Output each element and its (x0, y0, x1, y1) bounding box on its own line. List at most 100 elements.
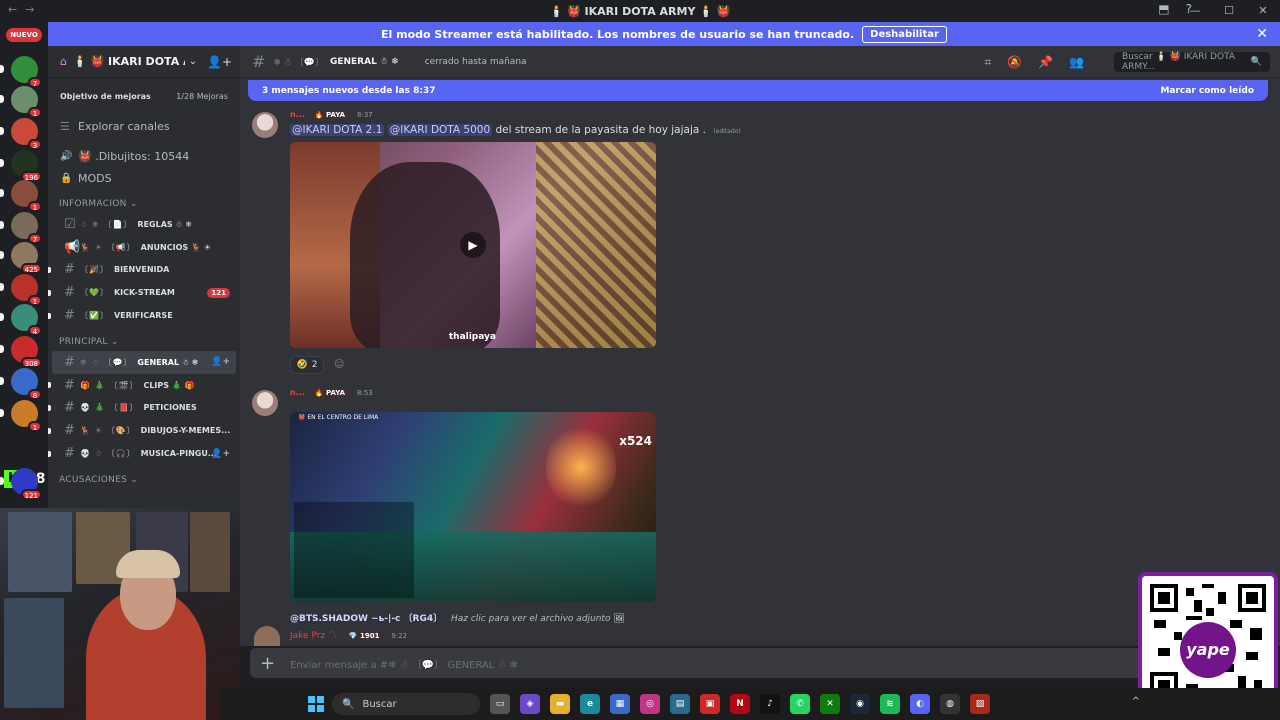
maximize-button[interactable]: ☐ (1212, 0, 1246, 22)
channel-label: KICK-STREAM (113, 288, 175, 298)
server-icon[interactable]: 1 (11, 180, 42, 212)
minimize-button[interactable]: — (1178, 0, 1212, 22)
edge-icon[interactable]: e (580, 694, 600, 714)
server-icon[interactable]: 7 (11, 212, 42, 244)
video-title: 👹 EN EL CENTRO DE LIMA (298, 414, 379, 421)
username[interactable]: Jake Prz 〽 (290, 631, 337, 641)
channel-emoji: ❄ ☃ 〔💬〕 (80, 357, 133, 367)
server-icon[interactable]: 3 (11, 118, 42, 150)
obs-icon[interactable]: ◍ (940, 694, 960, 714)
xbox-icon[interactable]: ✕ (820, 694, 840, 714)
whatsapp-icon[interactable]: ✆ (790, 694, 810, 714)
copilot-icon[interactable]: ◈ (520, 694, 540, 714)
guild-header[interactable]: ⌂ 🕯️ 👹 IKARI DOTA AR... ⌄ 👤+ (48, 46, 240, 78)
channel-emoji: ☃ ❄ 〔📄〕 (80, 219, 133, 229)
locked-channel[interactable]: 🔒 MODS (60, 167, 240, 189)
tiktok-icon[interactable]: ♪ (760, 694, 780, 714)
server-icon[interactable]: 8 (11, 368, 42, 400)
pin-icon[interactable]: 📌 (1038, 55, 1053, 70)
search-input[interactable]: Buscar 🕯️ 👹 IKARI DOTA ARMY... 🔍 (1114, 52, 1270, 72)
taskbar-search[interactable]: 🔍 Buscar (332, 693, 480, 715)
explore-channels[interactable]: ☰ Explorar canales (60, 120, 240, 133)
channel-emoji: 〔✅〕 (80, 311, 109, 321)
avatar[interactable] (252, 390, 278, 416)
channel-item[interactable]: # ❄ ☃ 〔💬〕 GENERAL ☃ ❄ 👤+ (52, 350, 236, 374)
dota-icon[interactable]: ▨ (970, 694, 990, 714)
channel-emoji: ❄ ☃ 〔💬〕 (273, 58, 324, 68)
play-icon[interactable]: ▶ (460, 232, 486, 258)
channel-item[interactable]: # 💀 ☃ 〔🎧〕 MUSICA-PINGU... 👤+ (48, 442, 236, 465)
message-composer[interactable]: + Enviar mensaje a #❄ ☃ 〔💬〕 GENERAL ☃ ❄ (250, 648, 1270, 678)
mention[interactable]: @IKARI DOTA 2.1 (290, 124, 385, 136)
mark-read-button[interactable]: Marcar como leído (1160, 86, 1254, 96)
username[interactable]: n... (290, 110, 305, 119)
channel-item[interactable]: # 〔💚〕 KICK-STREAM 121 (48, 281, 236, 304)
avatar[interactable] (252, 112, 278, 138)
server-icon[interactable]: 425 (11, 242, 42, 274)
category-header[interactable]: PRINCIPAL ⌄ (59, 337, 240, 347)
timestamp: 8:37 (357, 110, 373, 119)
new-badge[interactable]: NUEVO (6, 28, 42, 42)
channel-item[interactable]: # 🎁 🎄 〔🎬〕 CLIPS 🎄 🎁 (48, 374, 236, 397)
channel-item[interactable]: ☑ ☃ ❄ 〔📄〕 REGLAS ☃ ❄ (52, 213, 236, 236)
invite-icon[interactable]: 👤+ (211, 449, 230, 459)
netflix-icon[interactable]: N (730, 694, 750, 714)
close-window-button[interactable]: ✕ (1246, 0, 1280, 22)
new-messages-bar[interactable]: 3 mensajes nuevos desde las 8:37 Marcar … (248, 80, 1268, 101)
server-icon[interactable]: 1 (11, 86, 42, 118)
unread-pill (0, 283, 4, 291)
video-attachment[interactable]: ▶ thalipaya (290, 142, 656, 348)
app7-icon[interactable]: ▤ (670, 694, 690, 714)
channel-item[interactable]: # 〔✅〕 VERIFICARSE (48, 304, 236, 327)
add-reaction-icon[interactable]: ☺ (334, 359, 344, 370)
server-icon[interactable]: 7 (11, 56, 42, 88)
server-icon[interactable]: 1 (11, 274, 42, 306)
channel-topic[interactable]: cerrado hasta mañana (425, 57, 527, 67)
mute-icon[interactable]: 🔕 (1007, 55, 1022, 70)
tray-chevron-icon[interactable]: ^ (1132, 696, 1140, 707)
steam-icon[interactable]: ◉ (850, 694, 870, 714)
explorer-icon[interactable]: ▬ (550, 694, 570, 714)
chevron-down-icon[interactable]: ⌄ (189, 56, 197, 67)
voice-channel[interactable]: 🔊 👹 .Dibujitos: 10544 (60, 145, 240, 167)
thread-icon[interactable]: ⌗ (984, 55, 991, 70)
mention-badge: 308 (20, 357, 42, 368)
task-view-icon[interactable]: ▭ (490, 694, 510, 714)
mention[interactable]: @IKARI DOTA 5000 (387, 124, 493, 136)
window-controls: — ☐ ✕ (1178, 0, 1280, 22)
channel-item[interactable]: # 💀 🎄 〔📕〕 PETICIONES (48, 397, 236, 420)
list-icon: ☰ (60, 120, 70, 133)
avatar[interactable] (254, 626, 280, 646)
invite-icon[interactable]: 👤+ (211, 357, 230, 367)
taskbar: 🔍 Buscar ▭ ◈ ▬ e ▦ ◎ ▤ ▣ N ♪ ✆ ✕ ◉ ≋ ◐ ◍ ▨ ^ (220, 688, 1280, 720)
instagram-icon[interactable]: ◎ (640, 694, 660, 714)
guild-name: 🕯️ 👹 IKARI DOTA AR... (72, 55, 185, 68)
category-header[interactable]: INFORMACION ⌄ (59, 199, 240, 209)
start-button[interactable] (308, 696, 324, 712)
boost-goal[interactable]: Objetivo de mejoras 1/28 Mejoras (52, 86, 236, 106)
username[interactable]: n... (290, 388, 305, 397)
channel-item[interactable]: # 〔🎉〕 BIENVENIDA (48, 259, 236, 282)
inbox-icon[interactable]: ⬒ (1158, 2, 1169, 16)
category-header[interactable]: ACUSACIONES ⌄ (59, 475, 240, 485)
add-attachment-icon[interactable]: + (260, 653, 290, 674)
store-icon[interactable]: ▦ (610, 694, 630, 714)
server-icon[interactable]: 196 (11, 150, 42, 182)
channel-item[interactable]: 📢 🦌 ☀ 〔📢〕 ANUNCIOS 🦌 ☀ (52, 236, 236, 259)
reaction[interactable]: 🤣 2 (290, 356, 324, 374)
members-icon[interactable]: 👥 (1069, 55, 1084, 70)
hash-icon: # (64, 377, 75, 393)
server-icon[interactable]: 4 (11, 304, 42, 336)
server-icon[interactable]: 1 (11, 400, 42, 432)
server-icon[interactable]: 308 (11, 336, 42, 368)
spotify-icon[interactable]: ≋ (880, 694, 900, 714)
discord-icon[interactable]: ◐ (910, 694, 930, 714)
disable-streamer-button[interactable]: Deshabilitar (862, 25, 947, 43)
invite-icon[interactable]: 👤+ (207, 55, 232, 69)
server-icon[interactable]: 121 (11, 468, 42, 500)
reply-preview[interactable]: @BTS.SHADOW ~ь-|-c 〔RG4〕 Haz clic para v… (290, 611, 625, 624)
banner-close-icon[interactable]: ✕ (1256, 26, 1268, 42)
app8-icon[interactable]: ▣ (700, 694, 720, 714)
channel-item[interactable]: # 🦌 ☀ 〔🎨〕 DIBUJOS-Y-MEMES... (48, 419, 236, 442)
video-attachment[interactable]: 👹 EN EL CENTRO DE LIMA x524 (290, 412, 656, 602)
